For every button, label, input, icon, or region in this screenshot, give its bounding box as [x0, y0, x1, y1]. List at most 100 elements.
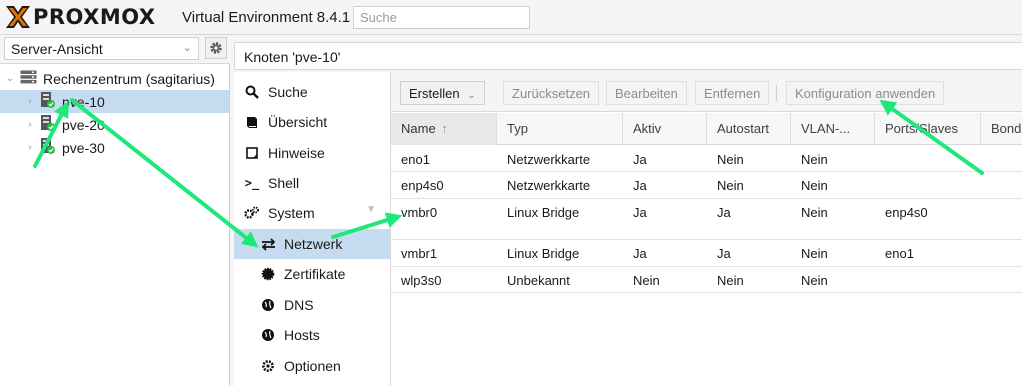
node-label: pve-20 [62, 116, 105, 133]
nav-item-label: System [268, 205, 315, 221]
tree-item-node[interactable]: › pve-30 [0, 136, 229, 159]
tree-expand-icon[interactable]: › [24, 142, 36, 153]
tree-item-node[interactable]: › pve-20 [0, 113, 229, 136]
nav-item-shell[interactable]: >_ Shell [234, 168, 390, 198]
nav-item-label: Optionen [284, 358, 341, 374]
nav-item-netzwerk[interactable]: Netzwerk [234, 229, 390, 259]
nav-item-hinweise[interactable]: Hinweise [234, 138, 390, 168]
nav-item-label: Hinweise [268, 145, 325, 161]
view-select[interactable]: Server-Ansicht ⌄ [4, 37, 199, 60]
nav-item-label: Suche [268, 84, 308, 100]
column-header-name[interactable]: Name ↑ [391, 113, 497, 145]
grid-header: Name ↑ Typ Aktiv Autostart VLAN-... Port… [391, 113, 1022, 145]
version-label: Virtual Environment 8.4.1 [182, 9, 351, 26]
toolbar-separator [776, 85, 777, 101]
cell-vlan: Nein [801, 273, 828, 288]
nav-item-label: Übersicht [268, 114, 328, 130]
cell-type: Linux Bridge [507, 205, 580, 220]
table-row[interactable]: wlp3s0 Unbekannt Nein Nein Nein [391, 267, 1022, 293]
view-select-value: Server-Ansicht [11, 41, 103, 57]
tree-collapse-icon[interactable]: ⌄ [4, 73, 16, 84]
cell-active: Ja [633, 152, 647, 167]
cell-active: Nein [633, 273, 660, 288]
column-header-label: Name [401, 121, 436, 136]
table-row[interactable]: vmbr0 Linux Bridge Ja Ja Nein enp4s0 [391, 199, 1022, 240]
table-row[interactable]: enp4s0 Netzwerkkarte Ja Nein Nein [391, 172, 1022, 199]
page-title: Knoten 'pve-10' [244, 49, 341, 65]
proxmox-x-icon [6, 6, 30, 28]
tree-header: Server-Ansicht ⌄ [0, 35, 230, 64]
server-online-icon [40, 137, 56, 158]
column-header-aktiv[interactable]: Aktiv [623, 113, 707, 145]
cell-autostart: Ja [717, 205, 731, 220]
cell-active: Ja [633, 205, 647, 220]
tree-item-node[interactable]: › pve-10 [0, 90, 229, 113]
nav-item-dns[interactable]: DNS [234, 290, 390, 320]
cell-name: wlp3s0 [401, 273, 442, 288]
nav-item-uebersicht[interactable]: Übersicht [234, 107, 390, 137]
nav-item-label: Netzwerk [284, 236, 343, 252]
node-nav-menu: Suche Übersicht Hinweise >_ Shell System… [234, 72, 391, 386]
gears-icon [244, 206, 260, 220]
revert-button[interactable]: Zurücksetzen [503, 81, 600, 105]
cell-name: eno1 [401, 152, 430, 167]
column-header-bond[interactable]: Bond [981, 113, 1022, 145]
cell-type: Linux Bridge [507, 246, 580, 261]
cell-active: Ja [633, 178, 647, 193]
nav-item-zertifikate[interactable]: Zertifikate [234, 259, 390, 289]
global-search-input[interactable] [353, 6, 530, 29]
brand-name: PROXMOX [33, 5, 156, 29]
nav-item-label: Hosts [284, 327, 320, 343]
top-bar: PROXMOX Virtual Environment 8.4.1 [0, 0, 1022, 35]
globe-icon [260, 298, 276, 312]
column-header-autostart[interactable]: Autostart [707, 113, 791, 145]
book-icon [244, 115, 260, 129]
edit-button[interactable]: Bearbeiten [606, 81, 687, 105]
cell-ports: eno1 [885, 246, 914, 261]
chevron-down-icon[interactable]: ▼ [366, 204, 376, 215]
remove-button[interactable]: Entfernen [695, 81, 770, 105]
cell-type: Unbekannt [507, 273, 570, 288]
nav-item-label: Zertifikate [284, 266, 346, 282]
nav-item-suche[interactable]: Suche [234, 77, 390, 107]
table-row[interactable]: eno1 Netzwerkkarte Ja Nein Nein [391, 146, 1022, 172]
gear-icon [260, 359, 276, 373]
create-button[interactable]: Erstellen ⌄ [400, 81, 485, 105]
cell-name: vmbr1 [401, 246, 438, 261]
nav-item-system[interactable]: System ▼ [234, 198, 390, 228]
terminal-icon: >_ [244, 176, 260, 190]
cell-vlan: Nein [801, 152, 828, 167]
search-icon [244, 85, 260, 99]
column-header-ports-slaves[interactable]: Ports/Slaves [875, 113, 981, 145]
chevron-down-icon: ⌄ [182, 42, 192, 54]
exchange-icon [260, 237, 276, 251]
column-header-vlan[interactable]: VLAN-... [791, 113, 875, 145]
cell-autostart: Nein [717, 152, 744, 167]
nav-item-optionen[interactable]: Optionen [234, 351, 390, 381]
tree-expand-icon[interactable]: › [24, 96, 36, 107]
server-rack-icon [20, 70, 37, 87]
node-label: pve-30 [62, 139, 105, 156]
tree-item-datacenter[interactable]: ⌄ Rechenzentrum (sagitarius) [0, 67, 229, 90]
cell-name: vmbr0 [401, 205, 438, 220]
table-row[interactable]: vmbr1 Linux Bridge Ja Ja Nein eno1 [391, 240, 1022, 267]
cell-type: Netzwerkkarte [507, 152, 591, 167]
sort-ascending-icon: ↑ [441, 121, 448, 136]
cell-vlan: Nein [801, 246, 828, 261]
proxmox-logo[interactable]: PROXMOX [5, 5, 156, 29]
tree-expand-icon[interactable]: › [24, 119, 36, 130]
cell-ports [875, 172, 895, 184]
cell-autostart: Ja [717, 246, 731, 261]
cell-vlan: Nein [801, 205, 828, 220]
toolbar: Erstellen ⌄ Zurücksetzen Bearbeiten Entf… [391, 72, 1022, 112]
cell-ports: enp4s0 [885, 205, 928, 220]
datacenter-label: Rechenzentrum (sagitarius) [43, 70, 215, 87]
column-header-typ[interactable]: Typ [497, 113, 623, 145]
certificate-icon [260, 267, 276, 281]
apply-configuration-button[interactable]: Konfiguration anwenden [786, 81, 945, 105]
chevron-down-icon: ⌄ [467, 90, 476, 101]
nav-item-hosts[interactable]: Hosts [234, 320, 390, 350]
cell-autostart: Nein [717, 273, 744, 288]
note-icon [244, 146, 260, 160]
tree-settings-button[interactable] [205, 37, 227, 59]
